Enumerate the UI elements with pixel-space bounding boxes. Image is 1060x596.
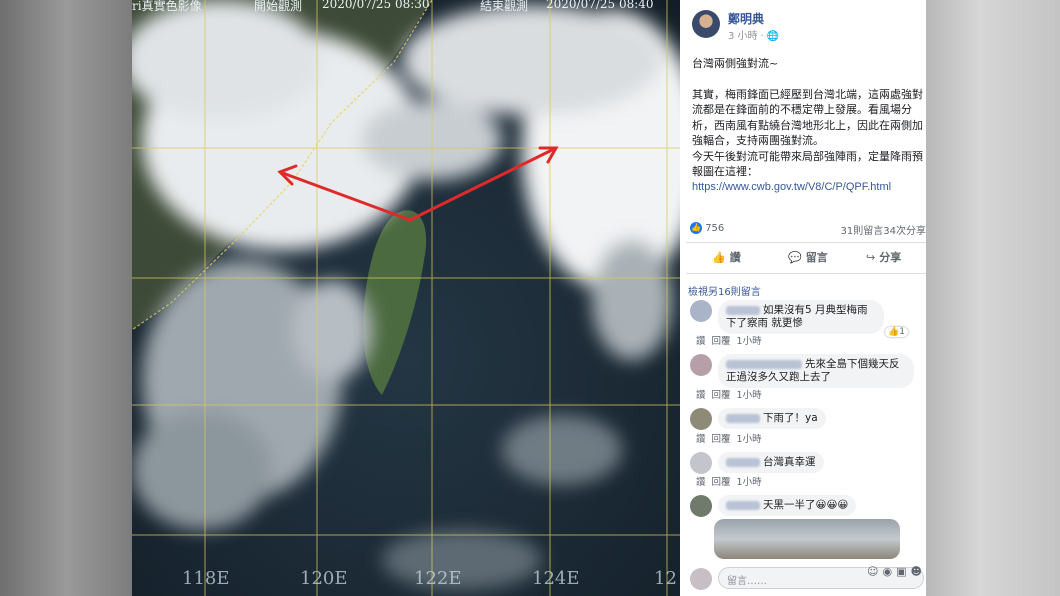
satellite-image-graphic <box>132 0 680 596</box>
comment-reply-link[interactable]: 回覆 <box>712 336 731 347</box>
comment-actions: 讚回覆 1小時 <box>696 474 768 488</box>
post-actions: 👍 讚 💬 留言 ↪ 分享 <box>686 242 926 274</box>
longitude-labels: 118E 120E 122E 124E 12 <box>132 568 680 592</box>
qpf-link[interactable]: https://www.cwb.gov.tw/V8/C/P/QPF.html <box>692 180 924 196</box>
facebook-post: 鄭明典 3 小時 · 🌐 台灣兩側強對流~ 其實，梅雨鋒面已經壓到台灣北端，這兩處強… <box>680 0 926 596</box>
like-count[interactable]: 756 <box>705 223 724 234</box>
comment-bubble: 天黑一半了😀😀😀 <box>718 495 857 516</box>
comment-time[interactable]: 1小時 <box>737 390 762 401</box>
commenter-name-blurred[interactable] <box>726 413 760 423</box>
comment-actions: 讚回覆 1小時 <box>696 431 768 445</box>
share-button-label: 分享 <box>879 251 902 264</box>
comment-text: 下雨了！ya <box>763 412 818 424</box>
start-observation-time: 2020/07/25 08:30 <box>322 0 430 11</box>
sticker-icon[interactable]: ☻ <box>911 565 922 578</box>
author-avatar[interactable] <box>692 10 720 38</box>
post-time[interactable]: 3 小時 <box>728 31 758 42</box>
comment-reply-link[interactable]: 回覆 <box>712 390 731 401</box>
end-observation-time: 2020/07/25 08:40 <box>546 0 654 11</box>
blurred-background-right <box>926 0 1060 596</box>
post-stats: 👍 756 31則留言34次分享 <box>690 222 926 237</box>
like-reaction-icon: 👍 <box>888 327 900 337</box>
like-button[interactable]: 👍 讚 <box>712 249 741 265</box>
comment-bubble: 台灣真幸運 <box>718 452 824 473</box>
post-body: 台灣兩側強對流~ 其實，梅雨鋒面已經壓到台灣北端，這兩處強對流都是在鋒面前的不穩… <box>692 56 924 195</box>
globe-icon: 🌐 <box>766 31 780 42</box>
commenter-name-blurred[interactable] <box>726 359 802 369</box>
comment-photo[interactable] <box>714 519 900 559</box>
comment-button-label: 留言 <box>805 251 828 264</box>
satellite-header: ri真實色影像 開始觀測 2020/07/25 08:30 結束觀測 2020/… <box>132 0 680 13</box>
blurred-background-left <box>0 0 132 596</box>
comment-like-link[interactable]: 讚 <box>696 434 706 445</box>
commenter-avatar[interactable] <box>690 300 712 322</box>
comment-text: 台灣真幸運 <box>763 456 816 468</box>
comment-like-link[interactable]: 讚 <box>696 336 706 347</box>
comment-bubble-icon: 💬 <box>788 251 802 264</box>
gif-icon[interactable]: ▣ <box>896 565 906 578</box>
comment-button[interactable]: 💬 留言 <box>788 249 828 265</box>
commenter-name-blurred[interactable] <box>726 500 760 510</box>
emoji-icon[interactable]: ☺ <box>867 565 878 578</box>
comment-time[interactable]: 1小時 <box>737 336 762 347</box>
post-meta: 3 小時 · 🌐 <box>728 27 779 42</box>
commenter-avatar[interactable] <box>690 354 712 376</box>
comment-bubble: 先來全島下個幾天反正過沒多久又跑上去了 <box>718 354 914 388</box>
author-name[interactable]: 鄭明典 <box>728 10 764 27</box>
comment-reply-link[interactable]: 回覆 <box>712 477 731 488</box>
longitude-label: 120E <box>300 568 348 589</box>
commenter-avatar[interactable] <box>690 452 712 474</box>
post-paragraph: 今天午後對流可能帶來局部強陣雨，定量降雨預報圖在這裡： <box>692 149 923 179</box>
post-paragraph: 台灣兩側強對流~ <box>692 57 779 70</box>
comment-actions: 讚回覆 1小時 <box>696 333 768 347</box>
end-observation-label: 結束觀測 <box>480 0 529 13</box>
commenter-avatar[interactable] <box>690 408 712 430</box>
comment-time[interactable]: 1小時 <box>737 477 762 488</box>
camera-icon[interactable]: ◉ <box>883 565 893 578</box>
comment-like-link[interactable]: 讚 <box>696 477 706 488</box>
post-paragraph: 其實，梅雨鋒面已經壓到台灣北端，這兩處強對流都是在鋒面前的不穩定帶上發展。看風場… <box>692 87 923 148</box>
comment-reaction-count[interactable]: 👍1 <box>885 327 908 337</box>
satellite-image: ri真實色影像 開始觀測 2020/07/25 08:30 結束觀測 2020/… <box>132 0 680 596</box>
comment-text: 天黑一半了😀😀😀 <box>763 499 849 511</box>
share-button[interactable]: ↪ 分享 <box>866 249 901 265</box>
commenter-name-blurred[interactable] <box>726 305 760 315</box>
reply-input-icons: ☺ ◉ ▣ ☻ <box>863 565 922 578</box>
reply-bar: 留言…… ☺ ◉ ▣ ☻ <box>686 562 926 592</box>
longitude-label: 122E <box>414 568 462 589</box>
longitude-label: 12 <box>654 568 677 589</box>
commenter-name-blurred[interactable] <box>726 457 760 467</box>
view-more-comments[interactable]: 檢視另16則留言 <box>688 283 761 298</box>
comment-share-count[interactable]: 31則留言34次分享 <box>841 222 926 237</box>
comment-actions: 讚回覆 1小時 <box>696 387 768 401</box>
comment-time[interactable]: 1小時 <box>737 434 762 445</box>
current-user-avatar <box>690 568 712 590</box>
like-reaction-icon: 👍 <box>690 222 702 234</box>
comment-bubble: 下雨了！ya <box>718 408 826 429</box>
separator-dot-icon: · <box>760 31 764 42</box>
longitude-label: 118E <box>182 568 230 589</box>
comment-reply-link[interactable]: 回覆 <box>712 434 731 445</box>
thumbs-up-icon: 👍 <box>712 251 726 264</box>
longitude-label: 124E <box>532 568 580 589</box>
commenter-avatar[interactable] <box>690 495 712 517</box>
comment-bubble: 如果沒有5 月典型梅雨下了察雨 就更慘 <box>718 300 884 334</box>
comment-reaction-value: 1 <box>899 327 905 337</box>
share-arrow-icon: ↪ <box>866 251 876 264</box>
satellite-header-title: ri真實色影像 <box>132 0 202 13</box>
like-button-label: 讚 <box>729 251 741 264</box>
start-observation-label: 開始觀測 <box>254 0 303 13</box>
comment-like-link[interactable]: 讚 <box>696 390 706 401</box>
